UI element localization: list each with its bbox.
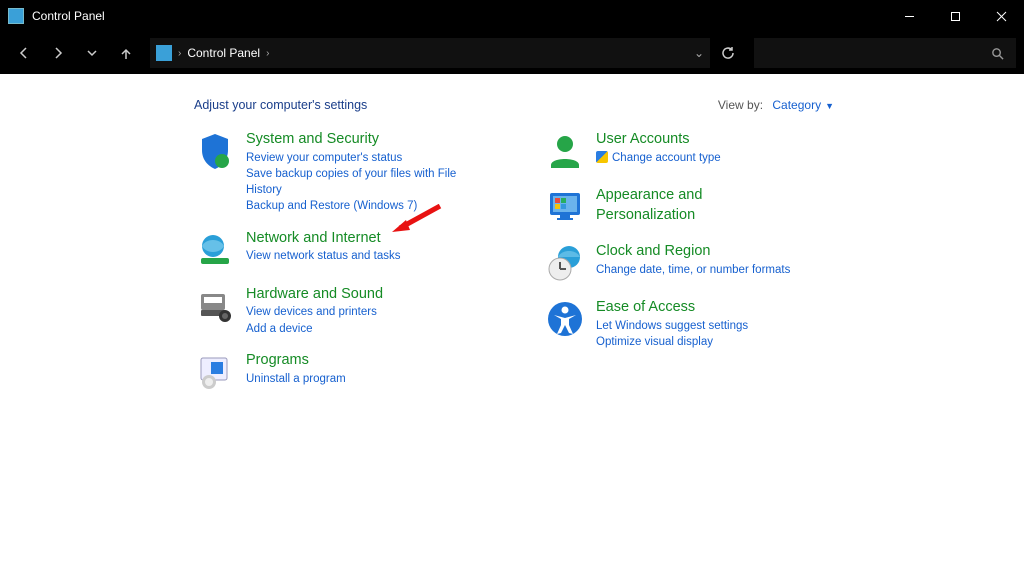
view-by: View by: Category ▼ bbox=[718, 98, 834, 112]
search-icon bbox=[991, 47, 1004, 60]
category-title[interactable]: Programs bbox=[246, 351, 346, 371]
user-icon bbox=[544, 130, 586, 172]
category-link[interactable]: Save backup copies of your files with Fi… bbox=[246, 167, 484, 198]
title-bar: Control Panel bbox=[0, 0, 1024, 32]
view-by-label: View by: bbox=[718, 98, 763, 112]
minimize-button[interactable] bbox=[886, 0, 932, 32]
category-link[interactable]: Uninstall a program bbox=[246, 372, 346, 388]
chevron-right-icon: › bbox=[178, 48, 181, 59]
accessibility-icon bbox=[544, 298, 586, 340]
chevron-down-icon[interactable]: ▼ bbox=[825, 101, 834, 111]
category-link[interactable]: View devices and printers bbox=[246, 305, 383, 321]
category-link[interactable]: View network status and tasks bbox=[246, 249, 400, 265]
category-ease-of-access: Ease of Access Let Windows suggest setti… bbox=[544, 298, 794, 351]
globe-icon bbox=[194, 229, 236, 271]
address-bar[interactable]: › Control Panel › ⌄ bbox=[150, 38, 710, 68]
category-title[interactable]: Hardware and Sound bbox=[246, 285, 383, 305]
category-title[interactable]: Network and Internet bbox=[246, 229, 400, 249]
category-title[interactable]: Clock and Region bbox=[596, 242, 790, 262]
category-title[interactable]: Appearance and Personalization bbox=[596, 186, 794, 225]
category-title[interactable]: Ease of Access bbox=[596, 298, 748, 318]
maximize-button[interactable] bbox=[932, 0, 978, 32]
breadcrumb-root[interactable]: Control Panel bbox=[187, 46, 260, 60]
category-hardware-sound: Hardware and Sound View devices and prin… bbox=[194, 285, 484, 338]
shield-icon bbox=[194, 130, 236, 172]
chevron-down-icon[interactable]: ⌄ bbox=[694, 46, 704, 60]
printer-icon bbox=[194, 285, 236, 327]
nav-bar: › Control Panel › ⌄ bbox=[0, 32, 1024, 74]
category-link[interactable]: Let Windows suggest settings bbox=[596, 319, 748, 335]
chevron-right-icon: › bbox=[266, 48, 269, 59]
app-icon bbox=[8, 8, 24, 24]
monitor-icon bbox=[544, 186, 586, 228]
category-title[interactable]: System and Security bbox=[246, 130, 484, 150]
up-button[interactable] bbox=[110, 37, 142, 69]
category-title[interactable]: User Accounts bbox=[596, 130, 721, 150]
search-input[interactable] bbox=[754, 38, 1016, 68]
category-link[interactable]: Backup and Restore (Windows 7) bbox=[246, 199, 484, 215]
category-clock-region: Clock and Region Change date, time, or n… bbox=[544, 242, 794, 284]
category-link[interactable]: Change date, time, or number formats bbox=[596, 263, 790, 279]
category-link[interactable]: Optimize visual display bbox=[596, 335, 748, 351]
category-link[interactable]: Add a device bbox=[246, 322, 383, 338]
right-column: User Accounts Change account type Appear… bbox=[544, 130, 794, 393]
content-area: Adjust your computer's settings View by:… bbox=[0, 74, 1024, 577]
uac-shield-icon bbox=[596, 151, 608, 163]
refresh-button[interactable] bbox=[712, 38, 744, 68]
category-link[interactable]: Change account type bbox=[596, 151, 721, 167]
clock-icon bbox=[544, 242, 586, 284]
close-button[interactable] bbox=[978, 0, 1024, 32]
category-link-text: Change account type bbox=[612, 152, 721, 164]
left-column: System and Security Review your computer… bbox=[194, 130, 484, 393]
category-user-accounts: User Accounts Change account type bbox=[544, 130, 794, 172]
category-system-security: System and Security Review your computer… bbox=[194, 130, 484, 215]
window-title: Control Panel bbox=[32, 9, 105, 23]
breadcrumb-icon bbox=[156, 45, 172, 61]
recent-button[interactable] bbox=[76, 37, 108, 69]
programs-icon bbox=[194, 351, 236, 393]
category-network-internet: Network and Internet View network status… bbox=[194, 229, 484, 271]
back-button[interactable] bbox=[8, 37, 40, 69]
category-appearance: Appearance and Personalization bbox=[544, 186, 794, 228]
category-programs: Programs Uninstall a program bbox=[194, 351, 484, 393]
page-heading: Adjust your computer's settings bbox=[194, 98, 367, 112]
forward-button[interactable] bbox=[42, 37, 74, 69]
view-by-select[interactable]: Category bbox=[772, 98, 821, 112]
category-link[interactable]: Review your computer's status bbox=[246, 151, 484, 167]
